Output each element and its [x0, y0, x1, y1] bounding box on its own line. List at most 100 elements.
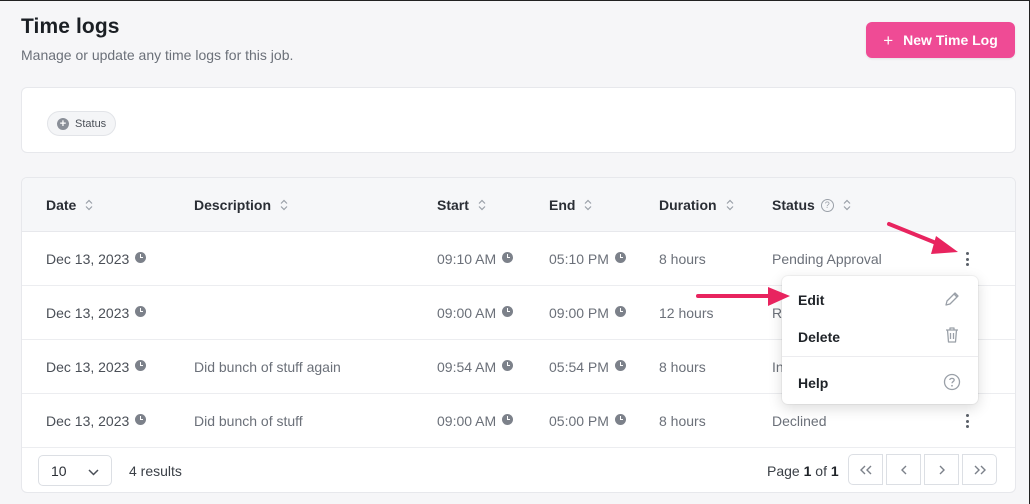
add-circle-icon: + — [57, 117, 69, 130]
column-label: Date — [46, 197, 77, 213]
description-cell: Did bunch of stuff again — [194, 359, 341, 375]
duration-cell: 8 hours — [659, 359, 706, 375]
end-cell: 05:10 PM — [549, 251, 626, 267]
column-label: Status — [772, 197, 815, 213]
double-chevron-right-icon — [974, 465, 986, 474]
duration-cell: 8 hours — [659, 413, 706, 429]
clock-icon — [614, 252, 626, 263]
column-header-date[interactable]: Date — [46, 197, 93, 213]
menu-item-edit[interactable]: Edit — [798, 292, 824, 308]
row-actions-menu: Edit Delete Help — [782, 276, 978, 404]
status-cell: Declined — [772, 413, 827, 429]
column-header-end[interactable]: End — [549, 197, 592, 213]
column-label: End — [549, 197, 576, 213]
clock-icon — [135, 306, 147, 317]
sort-icon — [843, 199, 851, 211]
page-total: 1 — [830, 463, 839, 479]
column-header-status[interactable]: Status ? — [772, 197, 851, 213]
clock-icon — [135, 414, 147, 425]
clock-icon — [135, 252, 147, 263]
column-header-duration[interactable]: Duration — [659, 197, 734, 213]
row-actions-kebab-icon[interactable] — [963, 250, 971, 268]
annotation-arrow-icon — [887, 222, 958, 254]
clock-icon — [502, 414, 514, 425]
end-text: 05:00 PM — [549, 413, 609, 429]
page-of-label: of — [815, 463, 827, 479]
trash-icon — [942, 325, 962, 350]
status-filter-label: Status — [75, 117, 107, 130]
duration-cell: 8 hours — [659, 251, 706, 267]
clock-icon — [614, 360, 626, 371]
sort-icon — [85, 199, 93, 211]
menu-item-delete[interactable]: Delete — [798, 329, 840, 345]
start-text: 09:54 AM — [437, 359, 497, 375]
clock-icon — [502, 360, 514, 371]
menu-item-help[interactable]: Help — [798, 375, 828, 391]
description-cell: Did bunch of stuff — [194, 413, 303, 429]
end-cell: 05:00 PM — [549, 413, 626, 429]
page-indicator: Page 1 of 1 — [767, 463, 839, 479]
start-text: 09:10 AM — [437, 251, 497, 267]
date-cell: Dec 13, 2023 — [46, 359, 147, 375]
status-filter-chip[interactable]: + Status — [47, 111, 117, 136]
menu-divider — [782, 356, 978, 357]
page-header: Time logs Manage or update any time logs… — [21, 15, 293, 63]
sort-icon — [584, 199, 592, 211]
clock-icon — [614, 414, 626, 425]
previous-page-button[interactable] — [886, 454, 921, 485]
start-text: 09:00 AM — [437, 305, 497, 321]
end-cell: 05:54 PM — [549, 359, 626, 375]
chevron-left-icon — [900, 465, 906, 474]
page-subtitle: Manage or update any time logs for this … — [21, 47, 294, 63]
column-header-start[interactable]: Start — [437, 197, 486, 213]
date-text: Dec 13, 2023 — [46, 305, 130, 321]
chevron-right-icon — [939, 465, 945, 474]
start-cell: 09:10 AM — [437, 251, 514, 267]
date-text: Dec 13, 2023 — [46, 359, 130, 375]
end-cell: 09:00 PM — [549, 305, 626, 321]
column-label: Duration — [659, 197, 717, 213]
new-time-log-button[interactable]: + New Time Log — [866, 22, 1015, 58]
new-time-log-label: New Time Log — [903, 32, 998, 48]
start-cell: 09:54 AM — [437, 359, 514, 375]
question-circle-icon[interactable]: ? — [820, 198, 834, 212]
column-header-description[interactable]: Description — [194, 197, 288, 213]
last-page-button[interactable] — [962, 454, 997, 485]
question-circle-icon — [942, 372, 962, 397]
clock-icon — [614, 306, 626, 317]
start-cell: 09:00 AM — [437, 305, 514, 321]
column-label: Start — [437, 197, 469, 213]
start-cell: 09:00 AM — [437, 413, 514, 429]
annotation-arrow-icon — [696, 287, 790, 306]
row-actions-kebab-icon[interactable] — [963, 412, 971, 430]
results-count: 4 results — [129, 463, 182, 479]
clock-icon — [502, 306, 514, 317]
pencil-icon — [942, 289, 962, 314]
date-text: Dec 13, 2023 — [46, 413, 130, 429]
page-title: Time logs — [21, 15, 120, 38]
next-page-button[interactable] — [924, 454, 959, 485]
double-chevron-left-icon — [859, 465, 871, 474]
date-cell: Dec 13, 2023 — [46, 305, 147, 321]
chevron-down-icon — [88, 463, 99, 479]
end-text: 05:54 PM — [549, 359, 609, 375]
page-size-select[interactable]: 10 — [38, 455, 112, 486]
start-text: 09:00 AM — [437, 413, 497, 429]
page-size-value: 10 — [51, 462, 67, 479]
page-label: Page — [767, 463, 800, 479]
end-text: 09:00 PM — [549, 305, 609, 321]
clock-icon — [502, 252, 514, 263]
status-cell: Pending Approval — [772, 251, 882, 267]
filter-bar: + Status — [21, 87, 1016, 153]
sort-icon — [726, 199, 734, 211]
date-text: Dec 13, 2023 — [46, 251, 130, 267]
date-cell: Dec 13, 2023 — [46, 413, 147, 429]
plus-icon: + — [883, 30, 894, 50]
sort-icon — [280, 199, 288, 211]
date-cell: Dec 13, 2023 — [46, 251, 147, 267]
sort-icon — [478, 199, 486, 211]
table-header: Date Description Start End Duration Stat… — [22, 178, 1015, 232]
column-label: Description — [194, 197, 272, 213]
page-current: 1 — [803, 463, 812, 479]
first-page-button[interactable] — [848, 454, 883, 485]
